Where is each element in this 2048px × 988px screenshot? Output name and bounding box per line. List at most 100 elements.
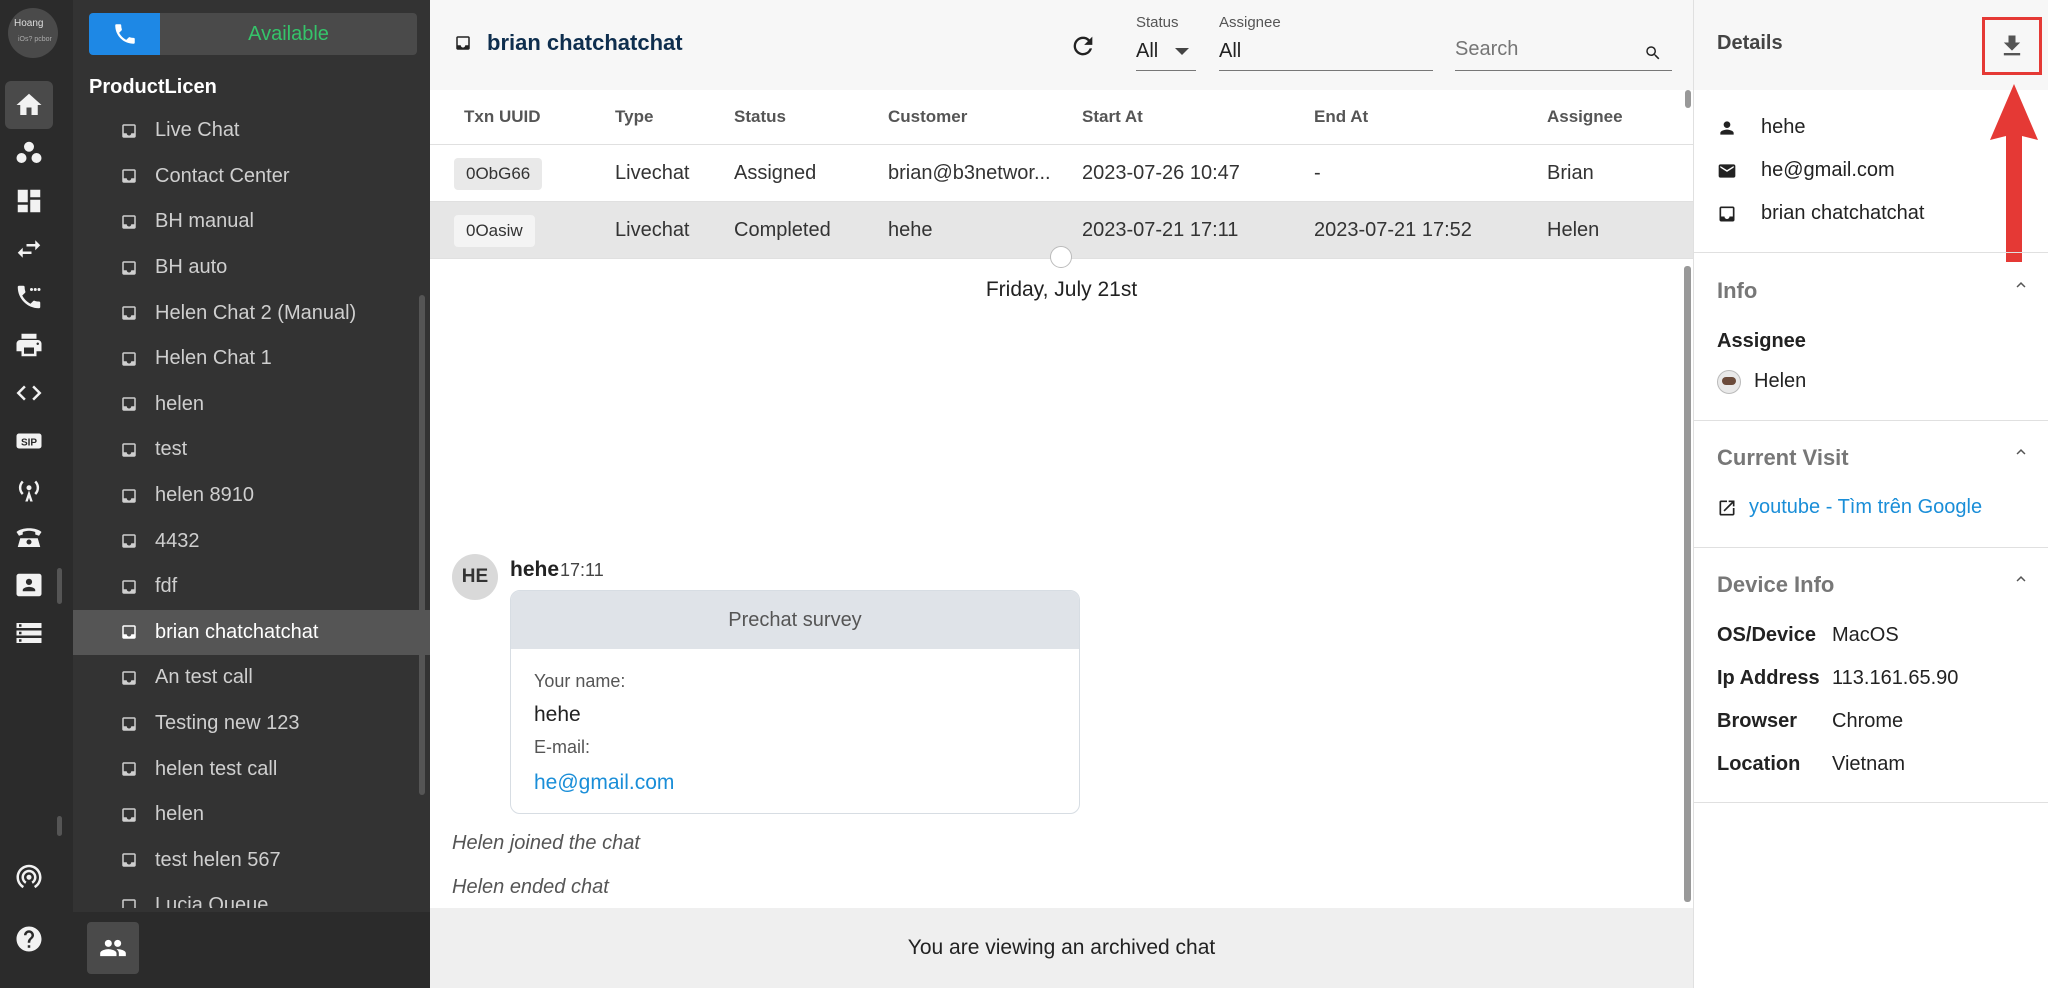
help-nav-button[interactable]	[5, 915, 53, 963]
column-header[interactable]: Customer	[888, 107, 967, 127]
channel-item-label: brian chatchatchat	[155, 620, 319, 643]
refresh-icon[interactable]	[1069, 32, 1097, 60]
channel-item[interactable]: test	[73, 427, 430, 473]
channel-item-label: Contact Center	[155, 164, 290, 187]
channel-item[interactable]: Live Chat	[73, 108, 430, 154]
page-title: brian chatchatchat	[487, 30, 683, 55]
download-icon	[2003, 35, 2021, 56]
search-input[interactable]	[1455, 38, 1630, 61]
channel-item[interactable]: An test call	[73, 655, 430, 701]
inbox-icon	[122, 807, 136, 822]
table-scrollbar[interactable]	[1685, 90, 1691, 108]
column-header[interactable]: End At	[1314, 107, 1368, 127]
channel-item[interactable]: test helen 567	[73, 838, 430, 884]
storage-nav-button[interactable]	[5, 609, 53, 657]
email-link[interactable]: he@gmail.com	[534, 771, 674, 795]
channel-item[interactable]: BH auto	[73, 245, 430, 291]
broadcast-nav-button[interactable]	[5, 465, 53, 513]
column-header[interactable]: Txn UUID	[464, 107, 541, 127]
dashboard-nav-button[interactable]	[5, 177, 53, 225]
inbox-icon	[122, 397, 136, 412]
info-section-title[interactable]: Info	[1717, 278, 1757, 304]
chevron-down-icon[interactable]	[1175, 48, 1189, 55]
home-nav-button[interactable]	[5, 81, 53, 129]
inbox-icon	[122, 899, 136, 908]
channel-item-label: An test call	[155, 666, 253, 689]
table-cell-start: 2023-07-21 17:11	[1082, 219, 1239, 241]
contact-email-row: he@gmail.com	[1717, 159, 1895, 182]
column-header[interactable]: Status	[734, 107, 786, 127]
column-header[interactable]: Type	[615, 107, 653, 127]
chevron-up-icon[interactable]	[2012, 276, 2030, 294]
channel-item[interactable]: 4432	[73, 518, 430, 564]
txn-uuid-chip[interactable]: 0Oasiw	[454, 214, 535, 247]
contacts-nav-button[interactable]	[5, 129, 53, 177]
chevron-up-icon[interactable]	[2012, 443, 2030, 461]
channel-list-scrollbar[interactable]	[419, 295, 425, 795]
sip-nav-button[interactable]: SIP	[5, 417, 53, 465]
channel-item[interactable]: helen test call	[73, 746, 430, 792]
resize-handle[interactable]	[1050, 246, 1072, 268]
channel-item[interactable]: brian chatchatchat	[73, 609, 430, 656]
conversation-scrollbar[interactable]	[1684, 266, 1691, 902]
device-info-value: Chrome	[1832, 710, 1904, 732]
print-nav-button[interactable]	[5, 321, 53, 369]
channel-item[interactable]: Testing new 123	[73, 701, 430, 747]
assignee-filter-value[interactable]: All	[1219, 40, 1241, 63]
prechat-survey-card: Prechat survey Your name: hehe E-mail: h…	[510, 590, 1080, 814]
calls-nav-button[interactable]	[5, 273, 53, 321]
column-header[interactable]: Start At	[1082, 107, 1143, 127]
channel-item-label: helen	[155, 803, 204, 826]
inbox-icon	[122, 169, 136, 184]
device-info-section-title[interactable]: Device Info	[1717, 572, 1834, 598]
current-visit-link-text[interactable]: youtube - Tìm trên Google	[1749, 496, 1982, 519]
help-icon	[16, 926, 42, 952]
channel-item[interactable]: Lucia Queue	[73, 883, 430, 908]
channel-item[interactable]: BH manual	[73, 199, 430, 245]
channel-item[interactable]: Contact Center	[73, 154, 430, 200]
transfer-nav-button[interactable]	[5, 225, 53, 273]
contact-channel: brian chatchatchat	[1761, 202, 1925, 224]
developer-nav-button[interactable]	[5, 369, 53, 417]
channel-item-label: helen 8910	[155, 484, 254, 507]
txn-uuid-chip[interactable]: 0ObG66	[454, 157, 543, 190]
contact-email: he@gmail.com	[1761, 159, 1895, 181]
hotspot-nav-button[interactable]	[5, 852, 53, 900]
table-cell-uuid: 0Oasiw	[454, 202, 535, 259]
inbox-icon	[122, 488, 136, 503]
channel-item[interactable]: Helen Chat 2 (Manual)	[73, 290, 430, 336]
table-row[interactable]: 0ObG66 Livechat Assigned brian@b3networ... 2…	[430, 145, 1693, 202]
channel-item-label: Testing new 123	[155, 712, 300, 735]
current-visit-link[interactable]: youtube - Tìm trên Google	[1717, 496, 1982, 519]
channel-item-label: Lucia Queue	[155, 894, 269, 908]
column-header[interactable]: Assignee	[1547, 107, 1623, 127]
rail-scrollbar-lower[interactable]	[57, 816, 62, 836]
channel-item[interactable]: Helen Chat 1	[73, 336, 430, 382]
table-cell-type: Livechat	[615, 162, 690, 184]
status-filter-value[interactable]: All	[1136, 40, 1158, 63]
directory-nav-button[interactable]	[5, 561, 53, 609]
table-cell-assignee: Brian	[1547, 162, 1594, 184]
user-avatar[interactable]: Hoang iOs? pcbor	[8, 8, 58, 58]
channel-item-label: 4432	[155, 529, 200, 552]
team-button[interactable]	[87, 922, 139, 974]
chevron-up-icon[interactable]	[2012, 570, 2030, 588]
assignee-name: Helen	[1754, 370, 1807, 392]
assignee-avatar	[1717, 370, 1741, 394]
status-filter-underline	[1136, 70, 1196, 71]
inbox-icon	[122, 716, 136, 731]
download-button[interactable]	[1982, 17, 2042, 75]
availability-status-button[interactable]: Available	[160, 13, 417, 55]
channel-item[interactable]: helen 8910	[73, 473, 430, 519]
phone-system-nav-button[interactable]	[5, 513, 53, 561]
channel-item[interactable]: fdf	[73, 564, 430, 610]
email-label: E-mail:	[534, 737, 591, 757]
channel-item[interactable]: helen	[73, 792, 430, 838]
call-button[interactable]	[89, 13, 160, 55]
channel-item[interactable]: helen	[73, 382, 430, 428]
current-visit-section-title[interactable]: Current Visit	[1717, 445, 1849, 471]
rail-scrollbar[interactable]	[57, 568, 62, 604]
table-cell-uuid: 0ObG66	[454, 145, 543, 202]
transactions-table: Txn UUID Type Status Customer Start At E…	[430, 90, 1693, 259]
search-icon[interactable]	[1644, 44, 1662, 62]
